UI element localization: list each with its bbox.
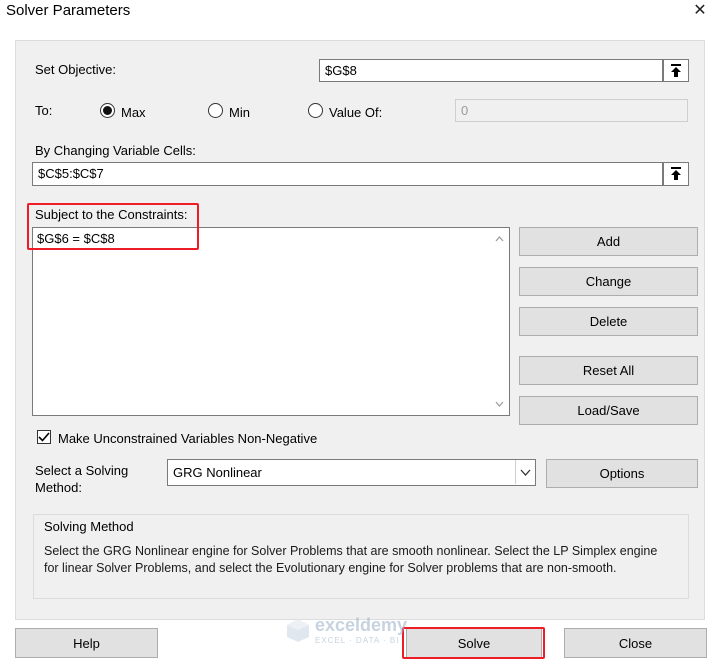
window-title: Solver Parameters (6, 2, 131, 19)
max-radio[interactable] (100, 103, 115, 118)
constraints-highlight-box (27, 203, 199, 250)
value-of-input[interactable]: 0 (455, 99, 688, 122)
chevron-down-icon[interactable] (515, 460, 535, 484)
objective-collapse-button[interactable] (663, 59, 689, 82)
checkmark-icon (38, 432, 50, 442)
solving-method-label-1: Select a Solving (35, 463, 129, 478)
set-objective-label: Set Objective: (35, 62, 116, 77)
min-radio[interactable] (208, 103, 223, 118)
constraints-list[interactable]: $G$6 = $C$8 (32, 227, 510, 416)
close-icon[interactable]: ✕ (684, 0, 716, 24)
exceldemy-logo-icon (287, 619, 309, 642)
solving-method-select[interactable]: GRG Nonlinear (167, 459, 536, 486)
changing-cells-collapse-button[interactable] (663, 162, 689, 186)
solving-method-description: Select the GRG Nonlinear engine for Solv… (44, 544, 658, 575)
watermark-logo: exceldemy EXCEL · DATA · BI (285, 615, 407, 645)
help-button[interactable]: Help (15, 628, 158, 658)
add-button[interactable]: Add (519, 227, 698, 256)
reset-all-button[interactable]: Reset All (519, 356, 698, 385)
solving-method-groupbox: Solving Method Select the GRG Nonlinear … (33, 514, 689, 599)
value-of-radio[interactable] (308, 103, 323, 118)
changing-cells-input[interactable]: $C$5:$C$7 (32, 162, 663, 186)
non-negative-checkbox[interactable] (37, 430, 51, 444)
close-button[interactable]: Close (564, 628, 707, 658)
radio-selected-dot (103, 106, 112, 115)
solve-highlight-box (402, 627, 545, 659)
set-objective-input[interactable]: $G$8 (319, 59, 663, 82)
watermark-name: exceldemy (315, 615, 408, 635)
min-radio-label[interactable]: Min (229, 105, 250, 120)
solving-method-label-2: Method: (35, 480, 82, 495)
solving-method-heading: Solving Method (44, 519, 134, 534)
value-of-radio-label[interactable]: Value Of: (329, 105, 382, 120)
scroll-down-icon[interactable] (491, 397, 508, 411)
scroll-up-icon[interactable] (491, 232, 508, 246)
change-button[interactable]: Change (519, 267, 698, 296)
solving-method-value: GRG Nonlinear (173, 465, 262, 480)
changing-cells-label: By Changing Variable Cells: (35, 143, 196, 158)
collapse-arrow-icon (671, 167, 681, 180)
options-button[interactable]: Options (546, 459, 698, 488)
delete-button[interactable]: Delete (519, 307, 698, 336)
watermark-tagline: EXCEL · DATA · BI (315, 636, 400, 645)
title-bar: Solver Parameters ✕ (0, 0, 716, 24)
collapse-arrow-icon (671, 63, 681, 77)
non-negative-label[interactable]: Make Unconstrained Variables Non-Negativ… (58, 431, 317, 446)
max-radio-label[interactable]: Max (121, 105, 146, 120)
to-label: To: (35, 103, 53, 118)
load-save-button[interactable]: Load/Save (519, 396, 698, 425)
